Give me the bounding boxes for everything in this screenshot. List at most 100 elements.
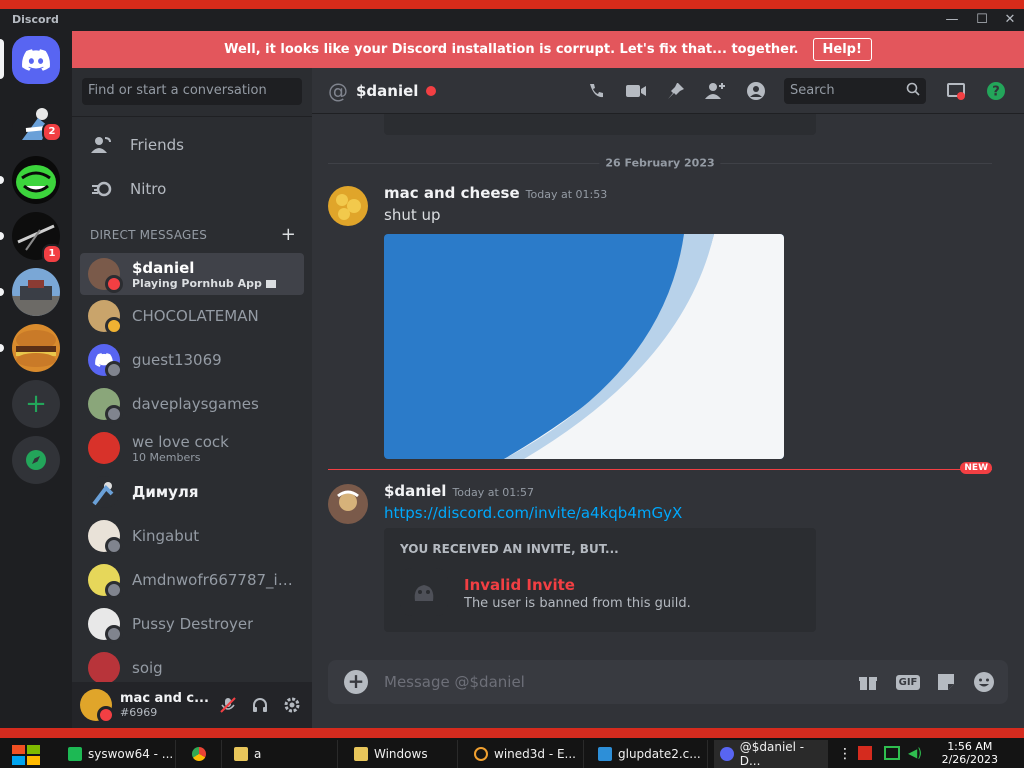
message-avatar[interactable] [328,484,368,524]
search-icon [906,82,920,100]
taskbar-item[interactable]: glupdate2.c... [592,740,708,768]
at-icon: @ [328,78,348,103]
invite-link[interactable]: https://discord.com/invite/a4kqb4mGyX [384,504,682,522]
nav-friends[interactable]: Friends [80,124,304,166]
message-input[interactable]: Message @$daniel [384,673,525,691]
deafen-button[interactable] [244,689,276,721]
date-separator: 26 February 2023 [328,156,992,170]
add-server-icon[interactable]: + [12,380,60,428]
message-composer[interactable]: + Message @$daniel GIF [328,660,1008,704]
start-button[interactable] [10,744,42,766]
attach-button[interactable]: + [344,670,368,694]
nav-nitro[interactable]: Nitro [80,168,304,210]
dm-item[interactable]: Димуля [80,471,304,513]
taskbar-item[interactable]: a [228,740,338,768]
server-icon-4[interactable] [12,268,60,316]
desktop-strip-bottom [0,728,1024,738]
server-1-badge: 2 [42,122,62,142]
call-icon[interactable] [584,79,608,103]
new-badge: NEW [960,462,992,474]
dm-name: Amdnwofr667787_im... [132,571,298,589]
close-button[interactable]: ✕ [1002,12,1018,28]
friends-icon [90,133,114,157]
chrome-icon [192,747,206,761]
server-icon-5[interactable] [12,324,60,372]
help-icon[interactable]: ? [984,79,1008,103]
find-conversation-input[interactable]: Find or start a conversation [82,78,302,105]
author-name: mac and cheese [384,184,520,202]
dm-item[interactable]: Pussy Destroyer [80,603,304,645]
app-brand: Discord [12,13,59,26]
headphones-icon [253,698,267,712]
taskbar: syswow64 - ... a Windows wined3d - E... … [0,738,1024,768]
taskbar-item-active[interactable]: @$daniel - D... [714,740,828,768]
gif-button[interactable]: GIF [894,670,922,694]
discord-icon [720,747,734,761]
home-button[interactable] [12,36,60,84]
dm-section-title: DIRECT MESSAGES [90,228,208,242]
nav-nitro-label: Nitro [130,180,167,198]
unread-pill [0,288,4,296]
pin-icon[interactable] [664,79,688,103]
unread-pill [0,176,4,184]
group-dm-item[interactable]: we love cock 10 Members [80,427,304,469]
server-icon-2[interactable] [12,156,60,204]
dm-item[interactable]: daveplaysgames [80,383,304,425]
chat-area: @ $daniel Search ? 26 February 2023 mac … [312,68,1024,728]
direct-messages-header: DIRECT MESSAGES + [90,224,296,245]
sticker-icon[interactable] [934,670,958,694]
add-friend-icon[interactable] [704,79,728,103]
network-icon[interactable] [884,746,900,760]
video-call-icon[interactable] [624,79,648,103]
overflow-icon[interactable]: ⋮ [838,746,852,762]
unread-pill [0,232,4,240]
dm-item[interactable]: Kingabut [80,515,304,557]
dm-name: Pussy Destroyer [132,615,254,633]
create-dm-button[interactable]: + [281,224,296,245]
taskbar-label: wined3d - E... [494,747,576,761]
message-image[interactable] [384,234,784,459]
user-profile-icon[interactable] [744,79,768,103]
minimize-button[interactable]: — [944,12,960,28]
dm-activity: Playing Pornhub App [132,277,276,290]
message-author[interactable]: mac and cheese Today at 01:53 [384,184,607,202]
invite-description: The user is banned from this guild. [464,596,691,611]
dm-name: guest13069 [132,351,222,369]
emoji-icon[interactable] [972,670,996,694]
taskbar-item[interactable]: syswow64 - ... [62,740,176,768]
message-author[interactable]: $daniel Today at 01:57 [384,482,534,500]
inbox-icon[interactable] [944,79,968,103]
taskbar-item[interactable]: Windows [348,740,458,768]
avatar [88,564,123,599]
flag-icon[interactable] [858,746,872,760]
settings-button[interactable] [276,689,308,721]
server-3-badge: 1 [42,244,62,264]
clock[interactable]: 1:56 AM 2/26/2023 [942,740,998,766]
dm-name: $daniel [132,258,195,277]
message-avatar[interactable] [328,186,368,226]
help-button[interactable]: Help! [812,38,872,61]
explore-icon[interactable] [12,436,60,484]
taskbar-label: @$daniel - D... [739,740,805,768]
dm-item[interactable]: Amdnwofr667787_im... [80,559,304,601]
dm-item[interactable]: soig [80,647,304,682]
gift-icon[interactable] [856,670,880,694]
maximize-button[interactable]: ☐ [974,12,990,28]
taskbar-item[interactable]: wined3d - E... [468,740,584,768]
volume-icon[interactable]: ◀) [908,746,924,760]
dm-item[interactable]: CHOCOLATEMAN [80,295,304,337]
discord-logo-icon [22,49,50,71]
dm-item[interactable]: $daniel Playing Pornhub App [80,253,304,295]
taskbar-item[interactable] [186,740,222,768]
search-app-icon [474,747,488,761]
user-avatar[interactable] [80,689,115,724]
avatar [88,652,120,682]
search-input[interactable]: Search [784,78,926,104]
dm-item[interactable]: guest13069 [80,339,304,381]
taskbar-label: glupdate2.c... [618,747,701,761]
offline-status-icon [105,581,123,599]
mute-button[interactable] [212,689,244,721]
author-name: $daniel [384,482,447,500]
dm-name: soig [132,659,163,677]
taskbar-label: a [254,747,262,761]
